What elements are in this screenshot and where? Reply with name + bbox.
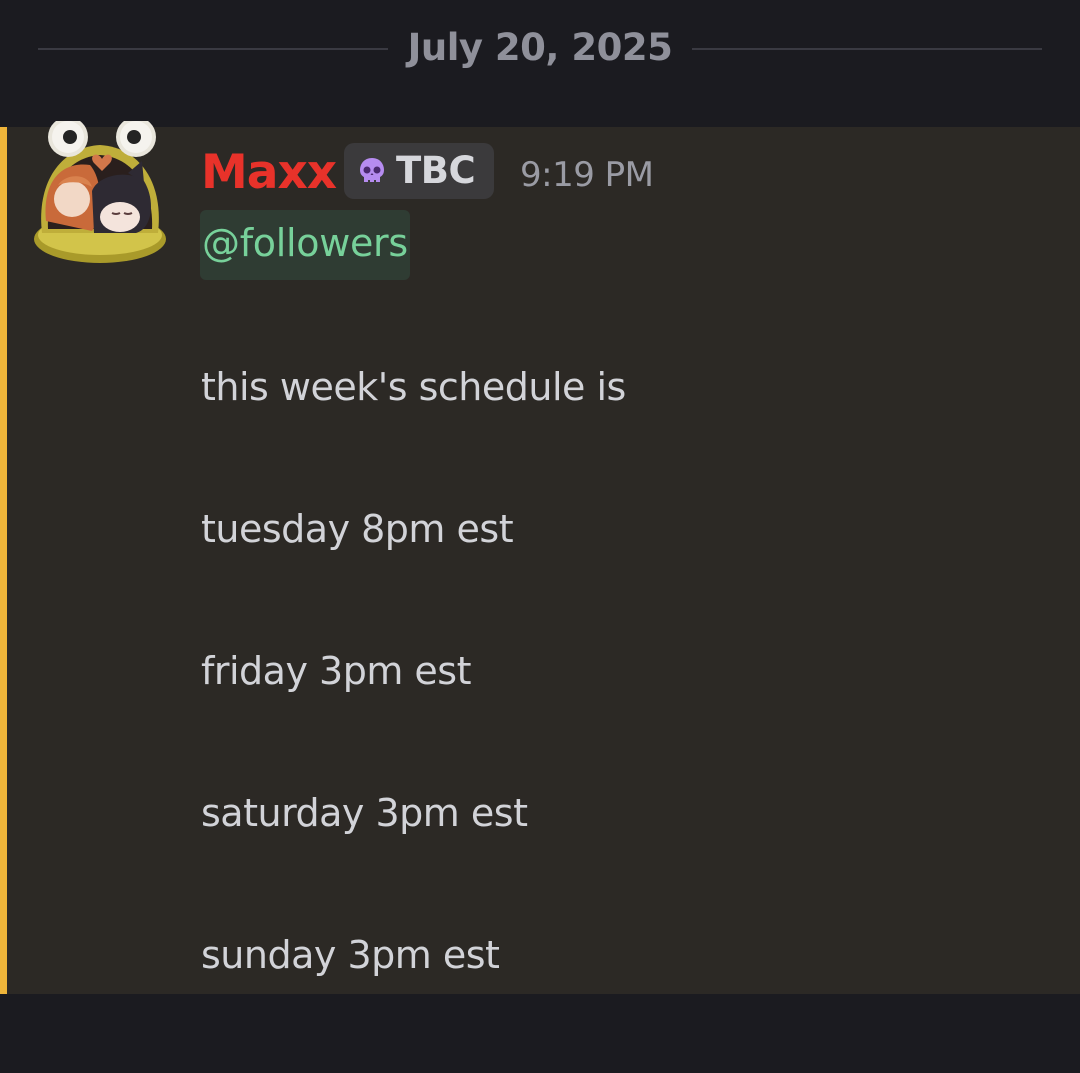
username[interactable]: Maxx bbox=[201, 145, 337, 201]
avatar-image bbox=[34, 117, 166, 263]
mention-highlight-bar bbox=[0, 127, 7, 994]
message-line: tuesday 8pm est bbox=[201, 507, 514, 551]
guild-tag[interactable]: TBC bbox=[344, 143, 494, 199]
role-mention[interactable]: @followers bbox=[200, 210, 410, 280]
message-line: this week's schedule is bbox=[201, 365, 626, 409]
message-line: saturday 3pm est bbox=[201, 791, 528, 835]
avatar[interactable] bbox=[32, 117, 168, 271]
message-timestamp[interactable]: 9:19 PM bbox=[520, 153, 654, 197]
message-item[interactable]: Maxx TBC 9:19 PM @followers this week's … bbox=[0, 117, 1080, 994]
divider-line-right bbox=[692, 48, 1042, 50]
divider-line-left bbox=[38, 48, 388, 50]
chat-view: July 20, 2025 Maxx TBC 9:19 PM @follower… bbox=[0, 0, 1080, 1073]
date-divider-text: July 20, 2025 bbox=[407, 26, 673, 69]
date-divider: July 20, 2025 bbox=[0, 0, 1080, 98]
skull-icon bbox=[360, 158, 384, 182]
message-line: friday 3pm est bbox=[201, 649, 472, 693]
guild-tag-label: TBC bbox=[396, 149, 476, 192]
message-line: sunday 3pm est bbox=[201, 933, 500, 977]
